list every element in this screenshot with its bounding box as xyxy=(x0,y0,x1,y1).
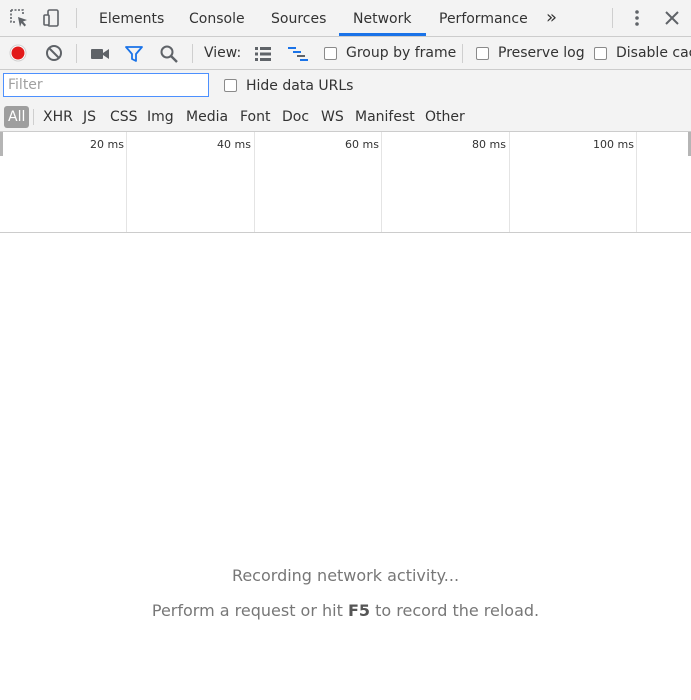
view-label: View: xyxy=(204,45,242,61)
group-by-frame-checkbox[interactable] xyxy=(324,47,337,60)
preserve-log-checkbox[interactable] xyxy=(476,47,489,60)
tab-network[interactable]: Network xyxy=(353,0,411,36)
type-filter-doc[interactable]: Doc xyxy=(282,106,309,128)
tick-label: 40 ms xyxy=(217,138,251,151)
tab-elements[interactable]: Elements xyxy=(99,0,164,36)
filter-input[interactable] xyxy=(3,73,209,97)
tab-console[interactable]: Console xyxy=(189,0,245,36)
capture-screenshots-icon[interactable] xyxy=(90,44,110,64)
filter-icon[interactable] xyxy=(124,44,144,64)
device-toolbar-icon[interactable] xyxy=(42,8,62,28)
hide-data-urls-checkbox[interactable] xyxy=(224,79,237,92)
type-filter-all[interactable]: All xyxy=(4,106,30,128)
group-by-frame-label[interactable]: Group by frame xyxy=(346,37,456,70)
type-filter-js[interactable]: JS xyxy=(83,106,96,128)
type-filter-manifest[interactable]: Manifest xyxy=(355,106,415,128)
gridline xyxy=(254,132,255,232)
toolbar-separator xyxy=(76,44,77,63)
disable-cache-label[interactable]: Disable cac xyxy=(616,37,691,70)
tick-label: 100 ms xyxy=(593,138,634,151)
toolbar-separator xyxy=(192,44,193,63)
toolbar-separator xyxy=(462,44,463,63)
waterfall-overview-icon[interactable] xyxy=(288,45,308,63)
overview-left-handle[interactable] xyxy=(0,132,3,156)
hide-data-urls-label[interactable]: Hide data URLs xyxy=(246,70,353,102)
disable-cache-checkbox[interactable] xyxy=(594,47,607,60)
gridline xyxy=(381,132,382,232)
filter-bar: Hide data URLs xyxy=(0,70,691,102)
kebab-menu-icon[interactable] xyxy=(627,8,647,28)
large-rows-icon[interactable] xyxy=(254,45,272,63)
more-tabs-chevron-icon[interactable]: » xyxy=(546,0,557,36)
tick-label: 60 ms xyxy=(345,138,379,151)
empty-state-title: Recording network activity... xyxy=(231,566,460,585)
active-tab-indicator xyxy=(339,33,426,36)
type-filter-media[interactable]: Media xyxy=(186,106,228,128)
type-separator xyxy=(33,109,34,125)
hint-key: F5 xyxy=(347,601,371,620)
gridline xyxy=(636,132,637,232)
hint-prefix: Perform a request or hit xyxy=(151,601,348,620)
tab-separator xyxy=(76,8,77,28)
empty-state-hint: Perform a request or hit F5 to record th… xyxy=(0,601,691,620)
tick-label: 80 ms xyxy=(472,138,506,151)
gridline xyxy=(509,132,510,232)
preserve-log-label[interactable]: Preserve log xyxy=(498,37,585,70)
type-filter-ws[interactable]: WS xyxy=(321,106,344,128)
tab-sources[interactable]: Sources xyxy=(271,0,326,36)
type-filter-font[interactable]: Font xyxy=(240,106,270,128)
clear-icon[interactable] xyxy=(44,43,64,63)
tab-performance[interactable]: Performance xyxy=(439,0,528,36)
hint-suffix: to record the reload. xyxy=(370,601,540,620)
record-icon[interactable] xyxy=(8,43,28,63)
type-filter-css[interactable]: CSS xyxy=(110,106,138,128)
devtools-tabbar: Elements Console Sources Network Perform… xyxy=(0,0,691,37)
type-filter-img[interactable]: Img xyxy=(147,106,174,128)
network-toolbar: View: Group by frame Preserve log Disabl… xyxy=(0,37,691,70)
gridline xyxy=(126,132,127,232)
timeline-overview[interactable]: 20 ms 40 ms 60 ms 80 ms 100 ms xyxy=(0,132,691,233)
tick-label: 20 ms xyxy=(90,138,124,151)
inspect-element-icon[interactable] xyxy=(9,8,29,28)
search-icon[interactable] xyxy=(159,44,179,64)
close-icon[interactable] xyxy=(662,8,682,28)
tab-separator xyxy=(612,8,613,28)
type-filter-xhr[interactable]: XHR xyxy=(43,106,73,128)
resource-type-filters: All XHR JS CSS Img Media Font Doc WS Man… xyxy=(0,102,691,132)
type-filter-other[interactable]: Other xyxy=(425,106,465,128)
